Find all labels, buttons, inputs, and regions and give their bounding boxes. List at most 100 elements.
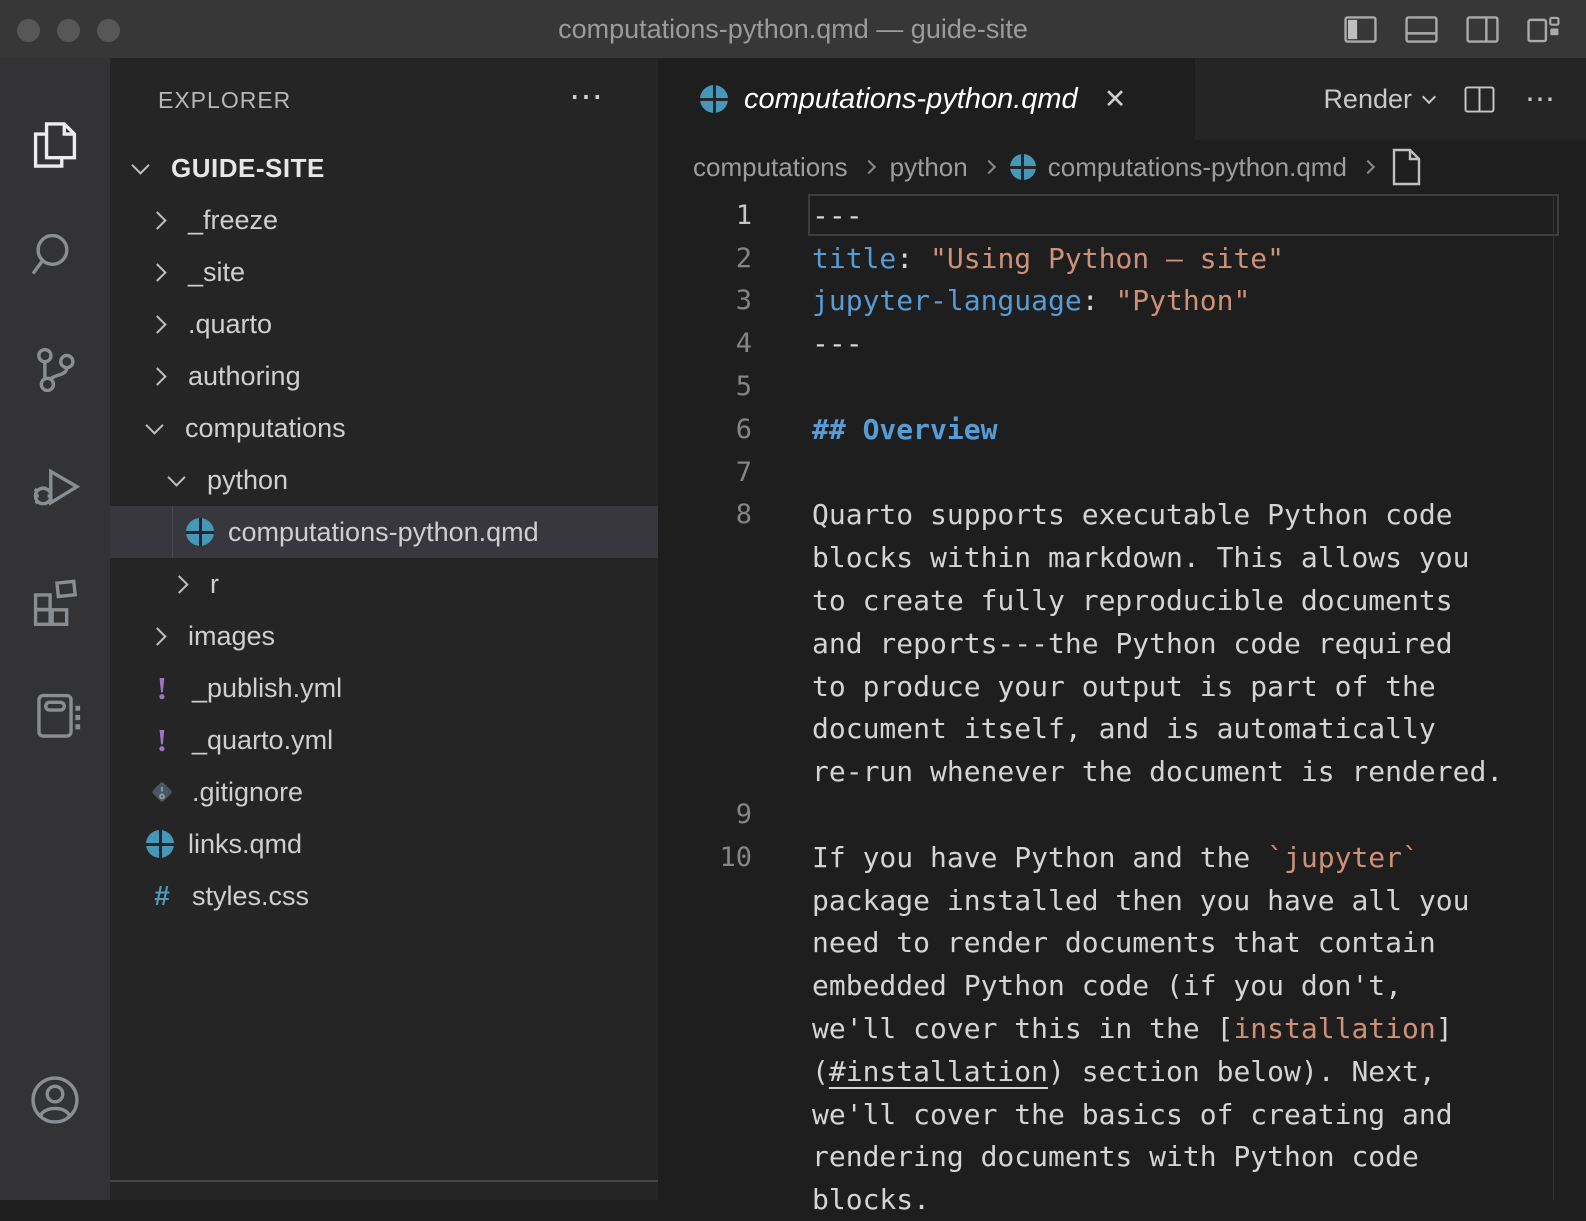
split-editor-button[interactable]: [1464, 86, 1495, 113]
activity-search-icon[interactable]: [0, 219, 110, 291]
chevron-right-icon: [982, 160, 996, 174]
activity-run-debug-icon[interactable]: [0, 449, 110, 521]
code-text: blocks within markdown. This allows you: [812, 541, 1469, 574]
tree-item-label: computations: [185, 413, 346, 444]
breadcrumb-item-computations-python-qmd[interactable]: computations-python.qmd: [1010, 152, 1347, 183]
code-line-wrap[interactable]: and reports---the Python code required: [658, 622, 1586, 665]
explorer-title: EXPLORER: [158, 58, 291, 142]
toggle-primary-sidebar-icon[interactable]: [1344, 16, 1377, 43]
code-line-wrap[interactable]: to produce your output is part of the: [658, 665, 1586, 708]
line-number: 3: [658, 285, 752, 316]
breadcrumb-item-python[interactable]: python: [890, 152, 968, 183]
tree-item-images[interactable]: images: [110, 610, 658, 662]
code-line-wrap[interactable]: document itself, and is automatically: [658, 708, 1586, 751]
code-text: to produce your output is part of the: [812, 670, 1436, 703]
code-text: need to render documents that contain: [812, 926, 1436, 959]
code-line-wrap[interactable]: embedded Python code (if you don't,: [658, 964, 1586, 1007]
customize-layout-icon[interactable]: [1527, 16, 1560, 43]
tree-item-styles-css[interactable]: #styles.css: [110, 870, 658, 922]
tree-item--quarto[interactable]: .quarto: [110, 298, 658, 350]
activity-notebook-icon[interactable]: [0, 679, 110, 751]
tree-item--quarto-yml[interactable]: !_quarto.yml: [110, 714, 658, 766]
code-line-6[interactable]: 6## Overview: [658, 408, 1586, 451]
code-line-wrap[interactable]: rendering documents with Python code: [658, 1136, 1586, 1179]
code-text: re-run whenever the document is rendered…: [812, 755, 1503, 788]
code-text: rendering documents with Python code: [812, 1140, 1419, 1173]
tree-item--freeze[interactable]: _freeze: [110, 194, 658, 246]
code-line-wrap[interactable]: we'll cover this in the [installation]: [658, 1007, 1586, 1050]
tree-item-python[interactable]: python: [110, 454, 658, 506]
code-text: ---: [812, 327, 863, 360]
tree-item-computations-python-qmd[interactable]: computations-python.qmd: [110, 506, 658, 558]
sidebar-header: EXPLORER ⋯: [110, 58, 658, 142]
code-line-wrap[interactable]: blocks within markdown. This allows you: [658, 536, 1586, 579]
code-line-4[interactable]: 4---: [658, 322, 1586, 365]
breadcrumb: computations python computations-python.qm…: [658, 140, 1586, 194]
code-line-wrap[interactable]: need to render documents that contain: [658, 922, 1586, 965]
breadcrumb-symbol-file-icon[interactable]: [1389, 148, 1423, 186]
quarto-file-icon: [146, 830, 174, 858]
tree-item--site[interactable]: _site: [110, 246, 658, 298]
code-line-3[interactable]: 3jupyter-language: "Python": [658, 280, 1586, 323]
code-line-10[interactable]: 10If you have Python and the `jupyter`: [658, 836, 1586, 879]
tree-item-label: _freeze: [188, 205, 278, 236]
code-line-wrap[interactable]: package installed then you have all you: [658, 879, 1586, 922]
tree-item-label: _site: [188, 257, 245, 288]
sidebar-section-divider: [110, 1180, 658, 1182]
tree-item--publish-yml[interactable]: !_publish.yml: [110, 662, 658, 714]
tree-item-links-qmd[interactable]: links.qmd: [110, 818, 658, 870]
code-line-5[interactable]: 5: [658, 365, 1586, 408]
chevron-down-icon: [167, 468, 185, 486]
quarto-file-icon: [700, 85, 728, 113]
close-tab-icon[interactable]: ✕: [1104, 84, 1127, 115]
outline-section-header[interactable]: OUTLINE: [110, 1184, 658, 1200]
code-line-wrap[interactable]: (#installation) section below). Next,: [658, 1050, 1586, 1093]
toggle-secondary-sidebar-icon[interactable]: [1466, 16, 1499, 43]
tree-item-r[interactable]: r: [110, 558, 658, 610]
editor-scrollbar-edge: [1553, 194, 1554, 1200]
chevron-down-icon: [145, 416, 163, 434]
tab-bar: computations-python.qmd ✕ Render ⋯: [658, 58, 1586, 140]
code-text: document itself, and is automatically: [812, 712, 1436, 745]
code-line-1[interactable]: 1---: [658, 194, 1586, 237]
breadcrumb-item-computations[interactable]: computations: [693, 152, 848, 183]
tab-computations-python-qmd[interactable]: computations-python.qmd ✕: [658, 58, 1195, 140]
tree-item-computations[interactable]: computations: [110, 402, 658, 454]
activity-source-control-icon[interactable]: [0, 334, 110, 406]
yaml-file-icon: !: [146, 672, 178, 704]
code-editor[interactable]: 1---2title: "Using Python — site"3jupyte…: [658, 194, 1586, 1200]
code-line-2[interactable]: 2title: "Using Python — site": [658, 237, 1586, 280]
toggle-panel-icon[interactable]: [1405, 16, 1438, 43]
code-text: title: "Using Python — site": [812, 242, 1284, 275]
css-file-icon: #: [146, 880, 178, 912]
code-text: If you have Python and the `jupyter`: [812, 841, 1419, 874]
line-number: 8: [658, 499, 752, 530]
indent-guide: [172, 506, 173, 558]
editor-more-actions-button[interactable]: ⋯: [1525, 82, 1558, 117]
line-number: 9: [658, 799, 752, 830]
code-line-wrap[interactable]: to create fully reproducible documents: [658, 579, 1586, 622]
breadcrumb-label: computations: [693, 152, 848, 183]
activity-account-icon[interactable]: [0, 1064, 110, 1136]
file-tree: _freeze _site .quartoauthoring computations…: [110, 194, 658, 922]
code-line-wrap[interactable]: re-run whenever the document is rendered…: [658, 750, 1586, 793]
code-text: we'll cover the basics of creating and: [812, 1098, 1453, 1131]
code-line-wrap[interactable]: we'll cover the basics of creating and: [658, 1093, 1586, 1136]
explorer-more-actions-button[interactable]: ⋯: [569, 58, 606, 142]
tree-item-authoring[interactable]: authoring: [110, 350, 658, 402]
tree-item-label: computations-python.qmd: [228, 517, 539, 548]
activity-explorer-icon[interactable]: [0, 109, 110, 181]
code-text: to create fully reproducible documents: [812, 584, 1453, 617]
code-line-8[interactable]: 8Quarto supports executable Python code: [658, 494, 1586, 537]
breadcrumb-label: computations-python.qmd: [1048, 152, 1347, 183]
tree-item--gitignore[interactable]: .gitignore: [110, 766, 658, 818]
activity-extensions-icon[interactable]: [0, 564, 110, 636]
tree-root-guide-site[interactable]: GUIDE-SITE: [110, 142, 658, 194]
explorer-sidebar: EXPLORER ⋯ GUIDE-SITE _freeze _site .quart…: [110, 58, 658, 1200]
code-line-9[interactable]: 9: [658, 793, 1586, 836]
activity-bar: [0, 58, 110, 1200]
render-button[interactable]: Render: [1323, 84, 1434, 115]
code-line-7[interactable]: 7: [658, 451, 1586, 494]
code-text: package installed then you have all you: [812, 884, 1469, 917]
breadcrumb-label: python: [890, 152, 968, 183]
